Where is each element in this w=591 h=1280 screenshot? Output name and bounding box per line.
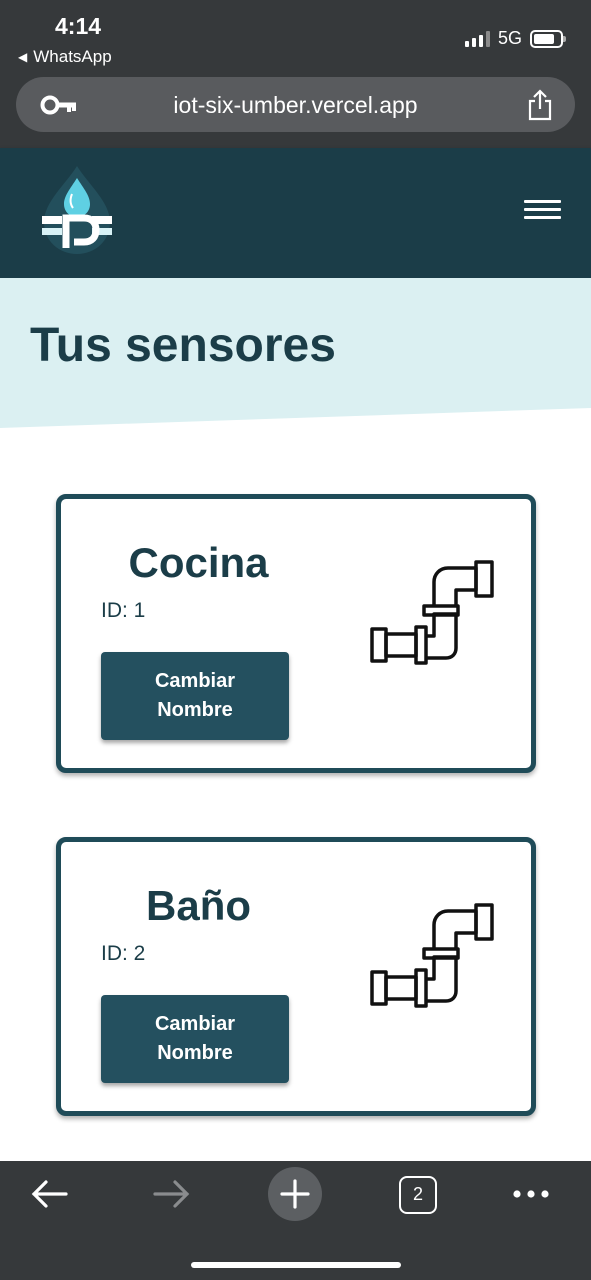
pipe-icon [370,560,494,665]
app-header [0,148,591,278]
sensor-card: Cocina ID: 1 Cambiar Nombre [56,494,536,773]
sensor-id: ID: 1 [101,599,146,622]
forward-arrow-icon[interactable] [153,1179,191,1209]
url-text: iot-six-umber.vercel.app [173,92,418,118]
home-indicator [191,1262,401,1268]
sensor-id: ID: 2 [101,942,146,965]
signal-icon [464,30,490,47]
new-tab-icon[interactable] [267,1166,323,1222]
tab-count: 2 [412,1184,423,1204]
sensor-name: Cocina [128,539,269,586]
status-indicators: 5G [464,28,566,49]
back-app-label: WhatsApp [33,47,112,66]
back-triangle-icon: ◀ [18,50,28,64]
pipe-icon [370,903,494,1008]
url-bar[interactable]: iot-six-umber.vercel.app [16,77,575,132]
hamburger-icon[interactable] [524,200,561,220]
sensor-card: Baño ID: 2 Cambiar Nombre [56,837,536,1116]
network-label: 5G [497,28,522,48]
share-icon[interactable] [527,89,553,121]
water-drop-logo[interactable] [36,164,118,256]
more-icon[interactable] [512,1189,550,1199]
hero-section: Tus sensores [0,278,591,430]
back-to-app-link[interactable]: ◀ WhatsApp [18,47,112,67]
browser-chrome: 4:14 ◀ WhatsApp 5G iot-six-umber.vercel.… [0,0,591,148]
status-time: 4:14 [55,13,102,39]
sensor-name: Baño [146,882,251,929]
tab-count-button[interactable]: 2 [399,1176,437,1214]
rename-button[interactable]: Cambiar Nombre [101,995,289,1083]
battery-icon [530,29,566,48]
page-title: Tus sensores [30,319,336,372]
rename-button[interactable]: Cambiar Nombre [101,652,289,740]
back-arrow-icon[interactable] [30,1179,68,1209]
